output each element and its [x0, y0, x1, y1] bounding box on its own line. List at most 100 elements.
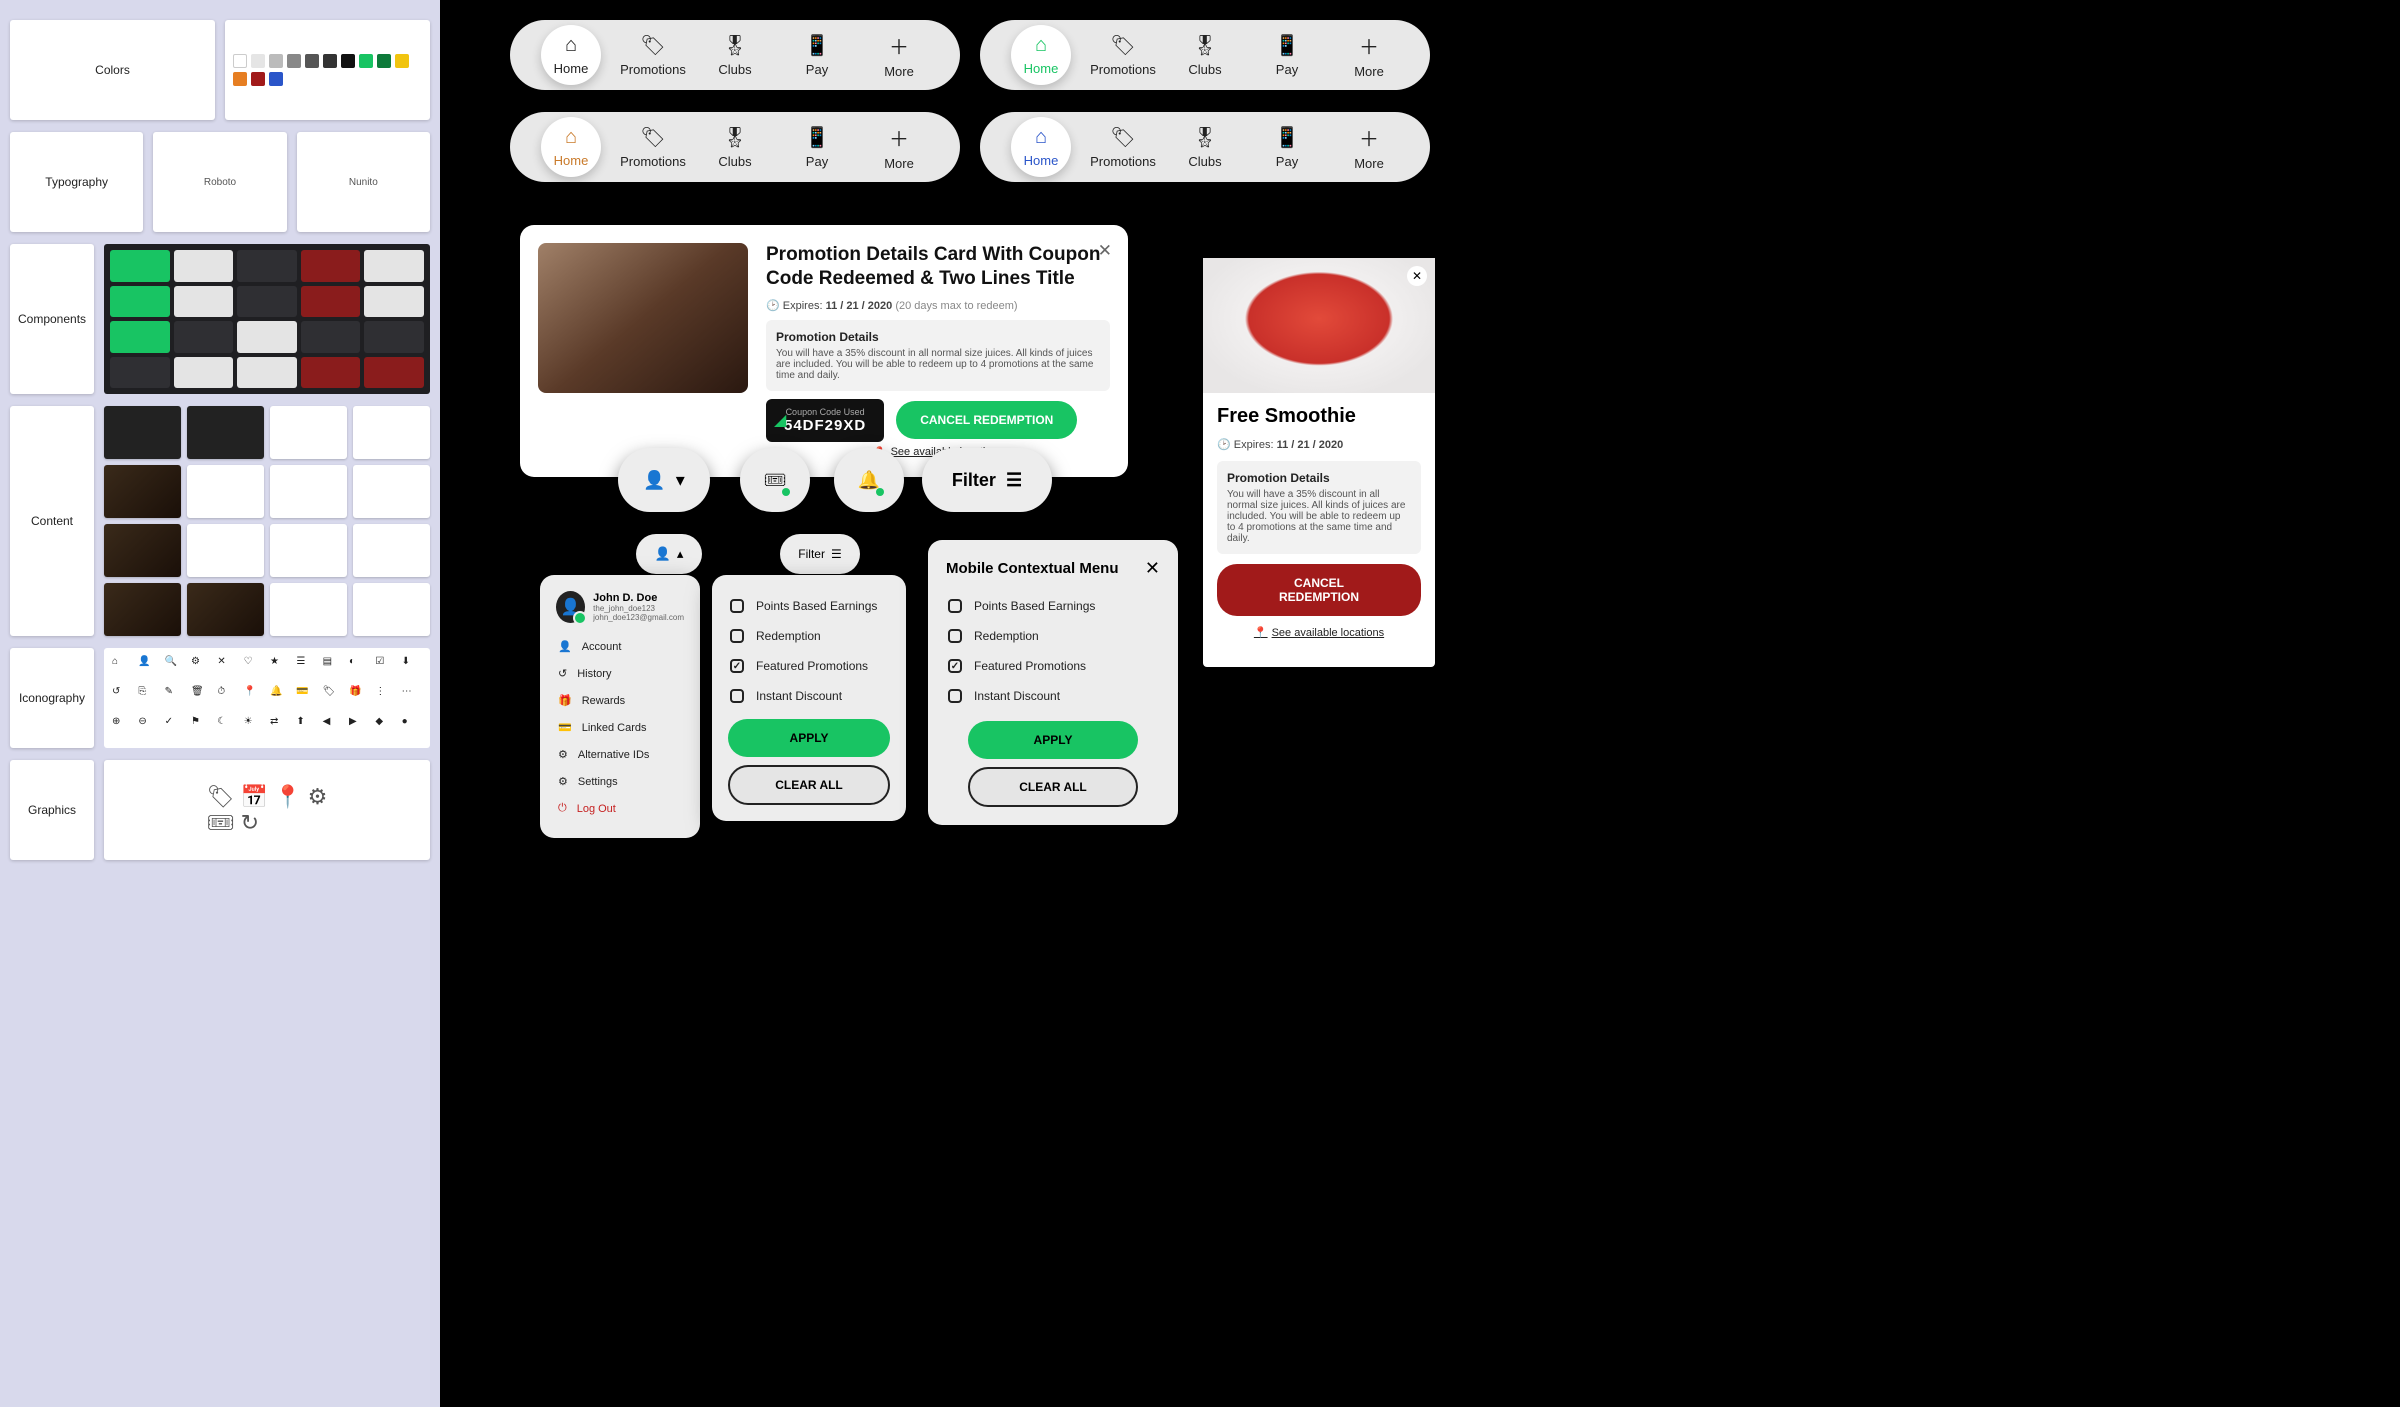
- badge-icon: 🎖: [1192, 125, 1217, 150]
- user-handle: the_john_doe123: [593, 604, 684, 613]
- status-dot: [782, 488, 790, 496]
- nav-more[interactable]: ＋More: [858, 123, 940, 171]
- filter-mini-chip[interactable]: Filter☰: [780, 534, 860, 574]
- smoothie-image: ✕: [1203, 258, 1435, 393]
- user-header: 👤 John D. Doe the_john_doe123 john_doe12…: [556, 591, 684, 623]
- clock-icon: 🕑: [1217, 439, 1234, 451]
- apply-button[interactable]: APPLY: [728, 719, 890, 757]
- avatar-chip[interactable]: 👤▾: [618, 448, 710, 512]
- ctx-opt-featured[interactable]: Featured Promotions: [946, 651, 1160, 681]
- home-icon: ⌂: [1035, 34, 1047, 57]
- design-system-sidebar: Colors Typography Roboto Nunito Componen…: [0, 0, 440, 1407]
- section-card-graphics[interactable]: Graphics: [10, 760, 94, 860]
- menu-alt-ids[interactable]: ⚙Alternative IDs: [556, 741, 684, 768]
- nav-clubs[interactable]: 🎖Clubs: [1164, 33, 1246, 77]
- filter-opt-points[interactable]: Points Based Earnings: [728, 591, 890, 621]
- bell-chip[interactable]: 🔔: [834, 448, 904, 512]
- clear-all-button[interactable]: CLEAR ALL: [728, 765, 890, 805]
- section-card-typography[interactable]: Typography: [10, 132, 143, 232]
- promotion-details-card: ✕ Promotion Details Card With Coupon Cod…: [520, 225, 1128, 477]
- nav-pay[interactable]: 📱Pay: [1246, 125, 1328, 169]
- nav-home[interactable]: ⌂Home: [530, 34, 612, 76]
- navbar-variant-orange: ⌂Home 🏷Promotions 🎖Clubs 📱Pay ＋More: [510, 112, 960, 182]
- close-icon[interactable]: ✕: [1407, 266, 1427, 286]
- user-icon: 👤: [655, 546, 671, 562]
- section-card-components[interactable]: Components: [10, 244, 94, 394]
- badge-icon: 🎖: [722, 33, 747, 58]
- nav-more[interactable]: ＋More: [858, 31, 940, 79]
- section-card-content[interactable]: Content: [10, 406, 94, 636]
- mobile-contextual-menu: Mobile Contextual Menu ✕ Points Based Ea…: [928, 540, 1178, 825]
- plus-icon: ＋: [1359, 31, 1379, 60]
- user-icon: 👤: [558, 640, 572, 653]
- promo-title: Promotion Details Card With Coupon Code …: [766, 243, 1110, 291]
- nav-pay[interactable]: 📱Pay: [1246, 33, 1328, 77]
- apply-button[interactable]: APPLY: [968, 721, 1138, 759]
- filter-icon: ☰: [831, 547, 842, 561]
- phone-icon: 📱: [805, 125, 830, 150]
- coupon-code-chip: Coupon Code Used 54DF29XD: [766, 399, 884, 442]
- plus-icon: ＋: [889, 31, 909, 60]
- nav-home[interactable]: ⌂Home: [1000, 126, 1082, 168]
- home-icon: ⌂: [1035, 126, 1047, 149]
- menu-linked-cards[interactable]: 💳Linked Cards: [556, 714, 684, 741]
- close-icon[interactable]: ✕: [1098, 241, 1112, 261]
- ticket-icon: 🎟: [764, 470, 787, 491]
- home-icon: ⌂: [565, 34, 577, 57]
- ctx-title: Mobile Contextual Menu: [946, 560, 1119, 577]
- phone-icon: 📱: [805, 33, 830, 58]
- components-board: [104, 244, 430, 394]
- gift-icon: 🎁: [558, 694, 572, 707]
- filter-opt-redemption[interactable]: Redemption: [728, 621, 890, 651]
- menu-history[interactable]: ↺History: [556, 660, 684, 687]
- nav-home[interactable]: ⌂Home: [1000, 34, 1082, 76]
- filter-opt-instant[interactable]: Instant Discount: [728, 681, 890, 711]
- nav-promotions[interactable]: 🏷Promotions: [1082, 33, 1164, 77]
- home-icon: ⌂: [565, 126, 577, 149]
- font-card-roboto: Roboto: [153, 132, 286, 232]
- menu-logout[interactable]: ⏻Log Out: [556, 795, 684, 822]
- cancel-redemption-button[interactable]: CANCEL REDEMPTION: [896, 401, 1077, 439]
- status-dot: [876, 488, 884, 496]
- cancel-redemption-button[interactable]: CANCEL REDEMPTION: [1217, 564, 1421, 616]
- ctx-opt-instant[interactable]: Instant Discount: [946, 681, 1160, 711]
- nav-home[interactable]: ⌂Home: [530, 126, 612, 168]
- ticket-chip[interactable]: 🎟: [740, 448, 810, 512]
- ctx-opt-redemption[interactable]: Redemption: [946, 621, 1160, 651]
- card-icon: 💳: [558, 721, 572, 734]
- nav-clubs[interactable]: 🎖Clubs: [694, 33, 776, 77]
- avatar: 👤: [556, 591, 585, 623]
- filter-opt-featured[interactable]: Featured Promotions: [728, 651, 890, 681]
- gear-icon: ⚙: [558, 748, 568, 761]
- navbar-variant-blue: ⌂Home 🏷Promotions 🎖Clubs 📱Pay ＋More: [980, 112, 1430, 182]
- see-locations-link[interactable]: 📍 See available locations: [1217, 626, 1421, 639]
- menu-rewards[interactable]: 🎁Rewards: [556, 687, 684, 714]
- filter-chip[interactable]: Filter☰: [922, 448, 1052, 512]
- nav-promotions[interactable]: 🏷Promotions: [612, 33, 694, 77]
- clock-icon: 🕑: [766, 300, 783, 312]
- ctx-opt-points[interactable]: Points Based Earnings: [946, 591, 1160, 621]
- menu-account[interactable]: 👤Account: [556, 633, 684, 660]
- user-name: John D. Doe: [593, 592, 684, 604]
- nav-pay[interactable]: 📱Pay: [776, 125, 858, 169]
- clear-all-button[interactable]: CLEAR ALL: [968, 767, 1138, 807]
- section-card-iconography[interactable]: Iconography: [10, 648, 94, 748]
- history-icon: ↺: [558, 667, 567, 680]
- nav-more[interactable]: ＋More: [1328, 123, 1410, 171]
- plus-icon: ＋: [1359, 123, 1379, 152]
- side-promo-expiry: 🕑 Expires: 11 / 21 / 2020: [1217, 438, 1421, 451]
- section-card-colors[interactable]: Colors: [10, 20, 215, 120]
- phone-icon: 📱: [1275, 33, 1300, 58]
- nav-clubs[interactable]: 🎖Clubs: [694, 125, 776, 169]
- avatar-mini-chip[interactable]: 👤▴: [636, 534, 702, 574]
- color-swatches-card: [225, 20, 430, 120]
- close-icon[interactable]: ✕: [1145, 558, 1160, 579]
- menu-settings[interactable]: ⚙Settings: [556, 768, 684, 795]
- promo-details-box: Promotion Details You will have a 35% di…: [766, 320, 1110, 391]
- nav-promotions[interactable]: 🏷Promotions: [612, 125, 694, 169]
- nav-clubs[interactable]: 🎖Clubs: [1164, 125, 1246, 169]
- nav-pay[interactable]: 📱Pay: [776, 33, 858, 77]
- nav-promotions[interactable]: 🏷Promotions: [1082, 125, 1164, 169]
- navbar-variant-green: ⌂Home 🏷Promotions 🎖Clubs 📱Pay ＋More: [980, 20, 1430, 90]
- nav-more[interactable]: ＋More: [1328, 31, 1410, 79]
